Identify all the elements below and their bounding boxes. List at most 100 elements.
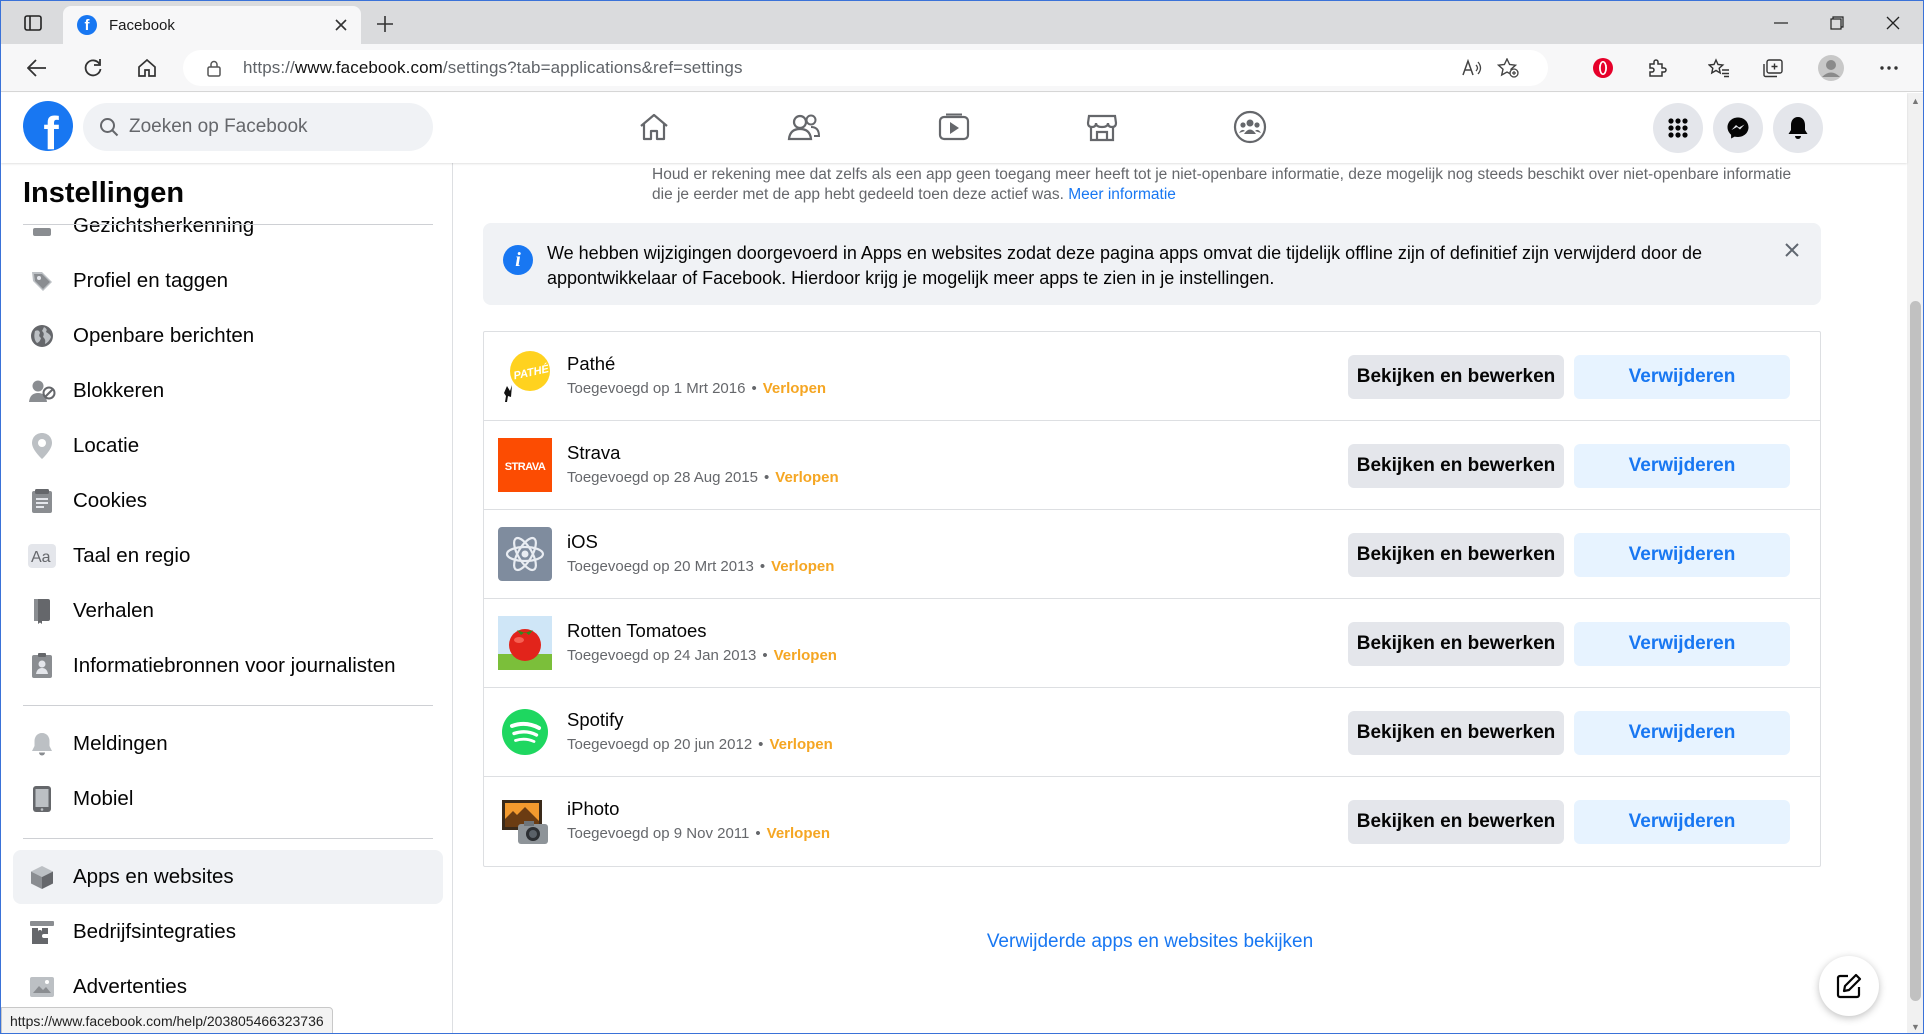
app-name: Strava (567, 442, 621, 463)
lock-icon[interactable] (205, 59, 223, 77)
nav-watch-icon[interactable] (919, 101, 989, 153)
back-icon[interactable] (19, 52, 55, 84)
journalist-icon (27, 651, 57, 681)
favorites-list-icon[interactable] (1701, 52, 1737, 84)
expired-badge: Verlopen (766, 825, 830, 842)
app-name: Pathé (567, 353, 616, 374)
browser-tab[interactable]: f Facebook (63, 6, 361, 44)
strava-logo-icon: STRAVA (498, 438, 552, 492)
search-input[interactable]: Zoeken op Facebook (83, 103, 433, 151)
remove-button[interactable]: Verwijderen (1574, 355, 1790, 399)
ads-icon (27, 972, 57, 1002)
spotify-logo-icon (498, 705, 552, 759)
removed-apps-link[interactable]: Verwijderde apps en websites bekijken (454, 931, 1846, 953)
bell-icon (27, 729, 57, 759)
view-edit-button[interactable]: Bekijken en bewerken (1348, 711, 1564, 755)
messenger-icon[interactable] (1713, 103, 1763, 153)
new-message-compose-icon[interactable] (1819, 956, 1879, 1016)
sidebar-item-label: Mobiel (73, 787, 134, 810)
nav-home-icon[interactable] (619, 101, 689, 153)
reload-icon[interactable] (75, 52, 111, 84)
phone-icon (27, 784, 57, 814)
page-scrollbar[interactable]: ▲ ▼ (1907, 93, 1923, 1033)
sidebar-item-label: Cookies (73, 489, 148, 512)
search-placeholder: Zoeken op Facebook (129, 116, 308, 137)
sidebar-item-ads[interactable]: Advertenties (13, 960, 443, 1014)
facebook-favicon-icon: f (77, 15, 97, 35)
scrollbar-thumb[interactable] (1910, 301, 1921, 1001)
nav-groups-icon[interactable] (1215, 101, 1285, 153)
more-options-icon[interactable] (1871, 52, 1907, 84)
profile-avatar-icon[interactable] (1813, 52, 1849, 84)
app-name: Spotify (567, 709, 624, 730)
view-edit-button[interactable]: Bekijken en bewerken (1348, 355, 1564, 399)
notifications-bell-icon[interactable] (1773, 103, 1823, 153)
sidebar-item-stories[interactable]: Verhalen (13, 584, 443, 638)
apps-list: PATHÉ Pathé Toegevoegd op 1 Mrt 2016 • Ver… (483, 331, 1821, 867)
app-row-strava: STRAVA Strava Toegevoegd op 28 Aug 2015 •… (484, 421, 1820, 510)
app-row-iphoto: iPhoto Toegevoegd op 9 Nov 2011 • Verlopen… (484, 777, 1820, 866)
sidebar-item-cookies[interactable]: Cookies (13, 474, 443, 528)
close-window-icon[interactable] (1865, 1, 1921, 44)
facebook-logo-icon[interactable]: f (23, 101, 73, 151)
language-icon: Aa (27, 541, 57, 571)
app-meta: Toegevoegd op 28 Aug 2015 • Verlopen (567, 469, 839, 486)
scroll-up-icon[interactable]: ▲ (1907, 93, 1923, 109)
tab-actions-icon[interactable] (15, 9, 51, 37)
sidebar-item-label: Informatiebronnen voor journalisten (73, 654, 396, 677)
remove-button[interactable]: Verwijderen (1574, 533, 1790, 577)
collections-icon[interactable] (1755, 52, 1791, 84)
restore-icon[interactable] (1809, 1, 1865, 44)
read-aloud-icon[interactable] (1454, 52, 1490, 84)
cookies-icon (27, 486, 57, 516)
sidebar-item-business-integrations[interactable]: Bedrijfsintegraties (13, 905, 443, 959)
nav-friends-icon[interactable] (769, 101, 839, 153)
view-edit-button[interactable]: Bekijken en bewerken (1348, 622, 1564, 666)
address-bar[interactable]: https://www.facebook.com/settings?tab=ap… (183, 50, 1548, 86)
sidebar-item-notifications[interactable]: Meldingen (13, 717, 443, 771)
app-meta: Toegevoegd op 9 Nov 2011 • Verlopen (567, 825, 830, 842)
sidebar-item-label: Profiel en taggen (73, 269, 229, 292)
learn-more-link[interactable]: Meer informatie (1068, 186, 1176, 203)
minimize-icon[interactable] (1753, 1, 1809, 44)
scroll-down-icon[interactable]: ▼ (1907, 1019, 1923, 1033)
sidebar-item-label: Advertenties (73, 975, 187, 998)
remove-button[interactable]: Verwijderen (1574, 622, 1790, 666)
new-tab-icon[interactable] (369, 8, 401, 40)
home-icon[interactable] (129, 52, 165, 84)
nav-marketplace-icon[interactable] (1067, 101, 1137, 153)
sidebar-item-language-region[interactable]: Aa Taal en regio (13, 529, 443, 583)
banner-close-icon[interactable] (1777, 235, 1807, 265)
remove-button[interactable]: Verwijderen (1574, 800, 1790, 844)
browser-window: f Facebook https://www.facebook.com/sett… (0, 0, 1924, 1034)
sidebar-item-location[interactable]: Locatie (13, 419, 443, 473)
sidebar-item-journalist-resources[interactable]: Informatiebronnen voor journalisten (13, 639, 443, 693)
extensions-puzzle-icon[interactable] (1639, 52, 1675, 84)
view-edit-button[interactable]: Bekijken en bewerken (1348, 533, 1564, 577)
sidebar-item-profile-tagging[interactable]: Profiel en taggen (13, 254, 443, 308)
sidebar-item-label: Blokkeren (73, 379, 165, 402)
sidebar-title-divider (23, 224, 433, 225)
svg-text:STRAVA: STRAVA (505, 461, 546, 473)
sidebar-item-apps-websites[interactable]: Apps en websites (13, 850, 443, 904)
favorite-star-icon[interactable] (1490, 52, 1526, 84)
expired-badge: Verlopen (771, 558, 835, 575)
app-meta: Toegevoegd op 20 Mrt 2013 • Verlopen (567, 558, 835, 575)
globe-icon (27, 321, 57, 351)
sidebar-item-blocking[interactable]: Blokkeren (13, 364, 443, 418)
opera-extension-icon[interactable] (1585, 52, 1621, 84)
remove-button[interactable]: Verwijderen (1574, 711, 1790, 755)
url-text[interactable]: https://www.facebook.com/settings?tab=ap… (243, 58, 1454, 78)
app-name: iPhoto (567, 798, 620, 819)
location-pin-icon (27, 431, 57, 461)
view-edit-button[interactable]: Bekijken en bewerken (1348, 444, 1564, 488)
view-edit-button[interactable]: Bekijken en bewerken (1348, 800, 1564, 844)
app-meta: Toegevoegd op 24 Jan 2013 • Verlopen (567, 647, 837, 664)
sidebar-item-label: Locatie (73, 434, 140, 457)
sidebar-item-mobile[interactable]: Mobiel (13, 772, 443, 826)
tab-close-icon[interactable] (327, 11, 355, 39)
remove-button[interactable]: Verwijderen (1574, 444, 1790, 488)
menu-grid-icon[interactable] (1653, 103, 1703, 153)
sidebar-item-public-posts[interactable]: Openbare berichten (13, 309, 443, 363)
expired-badge: Verlopen (773, 647, 837, 664)
